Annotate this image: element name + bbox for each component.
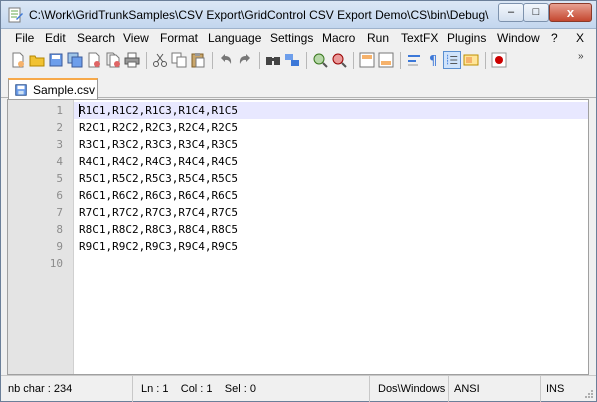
minimize-icon: –: [507, 6, 515, 18]
redo-icon[interactable]: [236, 51, 254, 69]
show-all-chars-icon[interactable]: ¶: [424, 51, 442, 69]
file-saved-icon: [15, 83, 27, 96]
toolbar-separator: [400, 52, 401, 69]
tab-sample-csv[interactable]: Sample.csv: [8, 78, 98, 99]
toolbar-overflow-icon[interactable]: »: [578, 51, 584, 62]
code-line[interactable]: R1C1,R1C2,R1C3,R1C4,R1C5: [79, 104, 238, 117]
menu-window[interactable]: Window: [497, 31, 540, 45]
save-icon[interactable]: [47, 51, 65, 69]
line-number: 9: [56, 240, 63, 253]
title-bar[interactable]: C:\Work\GridTrunkSamples\CSV Export\Grid…: [1, 1, 596, 29]
new-file-icon[interactable]: [9, 51, 27, 69]
status-insert-mode[interactable]: INS: [541, 376, 581, 402]
print-icon[interactable]: [123, 51, 141, 69]
menu-file[interactable]: File: [15, 31, 34, 45]
line-number: 7: [56, 206, 63, 219]
menu-bar: File Edit Search View Format Language Se…: [1, 29, 596, 48]
copy-icon[interactable]: [170, 51, 188, 69]
svg-text:¶: ¶: [429, 54, 437, 68]
line-number: 6: [56, 189, 63, 202]
close-document-button[interactable]: X: [576, 31, 584, 45]
menu-settings[interactable]: Settings: [270, 31, 313, 45]
menu-edit[interactable]: Edit: [45, 31, 66, 45]
toolbar-separator: [353, 52, 354, 69]
zoom-out-icon[interactable]: [330, 51, 348, 69]
menu-help[interactable]: ?: [551, 31, 558, 45]
menu-plugins[interactable]: Plugins: [447, 31, 486, 45]
line-number-gutter[interactable]: 1 2 3 4 5 6 7 8 9 10: [8, 100, 74, 374]
toolbar-separator: [259, 52, 260, 69]
close-all-icon[interactable]: [104, 51, 122, 69]
text-editor[interactable]: 1 2 3 4 5 6 7 8 9 10 R1C1,R1C2,R1C3,R1C4…: [7, 99, 589, 375]
open-file-icon[interactable]: [28, 51, 46, 69]
sync-horizontal-icon[interactable]: [377, 51, 395, 69]
menu-macro[interactable]: Macro: [322, 31, 355, 45]
menu-textfx[interactable]: TextFX: [401, 31, 438, 45]
menu-run[interactable]: Run: [367, 31, 389, 45]
sync-vertical-icon[interactable]: [358, 51, 376, 69]
status-char-count: nb char : 234: [3, 376, 133, 402]
line-number: 5: [56, 172, 63, 185]
menu-language[interactable]: Language: [208, 31, 261, 45]
maximize-button[interactable]: □: [523, 3, 549, 22]
toolbar: ¶ »: [1, 48, 596, 73]
indent-guide-icon[interactable]: [443, 51, 461, 69]
toolbar-separator: [146, 52, 147, 69]
word-wrap-icon[interactable]: [405, 51, 423, 69]
status-eol-format[interactable]: Dos\Windows: [373, 376, 449, 402]
toolbar-separator: [306, 52, 307, 69]
code-line[interactable]: R2C1,R2C2,R2C3,R2C4,R2C5: [79, 121, 238, 134]
code-line[interactable]: R6C1,R6C2,R6C3,R6C4,R6C5: [79, 189, 238, 202]
toolbar-separator: [212, 52, 213, 69]
line-number: 4: [56, 155, 63, 168]
close-window-button[interactable]: x: [549, 3, 592, 22]
minimize-button[interactable]: –: [498, 3, 524, 22]
find-icon[interactable]: [264, 51, 282, 69]
resize-grip-icon[interactable]: [584, 389, 594, 399]
close-icon: x: [566, 5, 575, 20]
code-line[interactable]: R9C1,R9C2,R9C3,R9C4,R9C5: [79, 240, 238, 253]
paste-icon[interactable]: [189, 51, 207, 69]
maximize-icon: □: [532, 6, 540, 18]
menu-search[interactable]: Search: [77, 31, 115, 45]
code-line[interactable]: R8C1,R8C2,R8C3,R8C4,R8C5: [79, 223, 238, 236]
code-line[interactable]: R5C1,R5C2,R5C3,R5C4,R5C5: [79, 172, 238, 185]
tab-label: Sample.csv: [33, 82, 96, 97]
notepadpp-window: C:\Work\GridTrunkSamples\CSV Export\Grid…: [0, 0, 597, 402]
line-number: 10: [49, 257, 63, 270]
zoom-in-icon[interactable]: [311, 51, 329, 69]
line-number: 2: [56, 121, 63, 134]
user-lang-icon[interactable]: [462, 51, 480, 69]
line-number: 3: [56, 138, 63, 151]
menu-view[interactable]: View: [123, 31, 149, 45]
toolbar-separator: [485, 52, 486, 69]
undo-icon[interactable]: [217, 51, 235, 69]
replace-icon[interactable]: [283, 51, 301, 69]
close-file-icon[interactable]: [85, 51, 103, 69]
menu-format[interactable]: Format: [160, 31, 198, 45]
notepadpp-app-icon: [8, 7, 23, 23]
code-line[interactable]: R7C1,R7C2,R7C3,R7C4,R7C5: [79, 206, 238, 219]
line-number: 1: [56, 104, 63, 117]
status-cursor-position: Ln : 1 Col : 1 Sel : 0: [137, 376, 370, 402]
save-all-icon[interactable]: [66, 51, 84, 69]
record-macro-icon[interactable]: [490, 51, 508, 69]
line-number: 8: [56, 223, 63, 236]
window-title: C:\Work\GridTrunkSamples\CSV Export\Grid…: [29, 8, 489, 22]
status-encoding[interactable]: ANSI: [449, 376, 541, 402]
code-line[interactable]: R4C1,R4C2,R4C3,R4C4,R4C5: [79, 155, 238, 168]
code-line[interactable]: R3C1,R3C2,R3C3,R3C4,R3C5: [79, 138, 238, 151]
cut-icon[interactable]: [151, 51, 169, 69]
status-bar: nb char : 234 Ln : 1 Col : 1 Sel : 0 Dos…: [1, 375, 596, 402]
tab-bar: Sample.csv: [1, 73, 596, 99]
